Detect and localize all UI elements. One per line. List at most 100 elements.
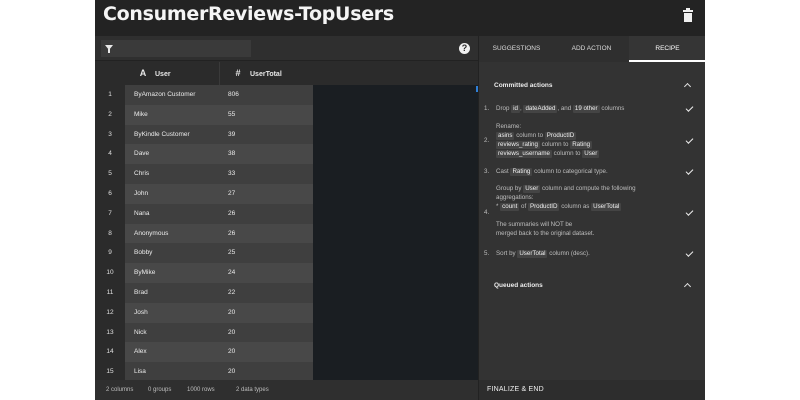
step-line: Group by User column and compute the fol… (496, 184, 674, 193)
cell-user[interactable]: ByMike (125, 263, 219, 283)
cell-usertotal[interactable]: 39 (219, 124, 313, 145)
tab-add-action[interactable]: ADD ACTION (554, 36, 629, 62)
table-row[interactable]: 13 Nick 20 (95, 322, 313, 343)
cell-user[interactable]: Mike (125, 104, 219, 125)
column-tag: 19 other (572, 105, 600, 113)
table-row[interactable]: 7 Nana 26 (95, 203, 313, 224)
row-index: 6 (95, 183, 125, 204)
row-index: 9 (95, 243, 125, 264)
cell-user[interactable]: ByAmazon Customer (125, 85, 219, 105)
row-count: 1000 rows (187, 387, 215, 393)
step-number: 1. (484, 105, 490, 112)
check-icon (685, 249, 694, 257)
step-line: * count of ProductID column as UserTotal (496, 202, 674, 211)
step-number: 4. (484, 209, 490, 216)
chevron-up-icon[interactable] (683, 282, 692, 291)
recipe-step[interactable]: 3. Cast Rating column to categorical typ… (479, 167, 705, 179)
table-row[interactable]: 9 Bobby 25 (95, 243, 313, 264)
table-row[interactable]: 2 Mike 55 (95, 104, 313, 125)
table-row[interactable]: 12 Josh 20 (95, 302, 313, 323)
tab-suggestions[interactable]: SUGGESTIONS (479, 36, 554, 62)
check-icon (685, 167, 694, 175)
cell-user[interactable]: John (125, 183, 219, 204)
trash-icon-can (684, 13, 692, 22)
step-line: Drop id, dateAdded, and 19 other columns (496, 104, 674, 113)
row-index: 8 (95, 223, 125, 244)
cell-usertotal[interactable]: 25 (219, 243, 313, 264)
table-row[interactable]: 5 Chris 33 (95, 164, 313, 184)
step-text: , (519, 105, 522, 112)
filter-icon[interactable] (105, 45, 113, 53)
cell-usertotal[interactable]: 806 (219, 85, 313, 105)
cell-usertotal[interactable]: 20 (219, 322, 313, 343)
step-text: column as (561, 203, 590, 210)
step-description: Group by User column and compute the fol… (496, 184, 674, 238)
cell-user[interactable]: Bobby (125, 243, 219, 264)
step-line: Sort by UserTotal column (desc). (496, 249, 674, 258)
step-text: column to (516, 132, 544, 139)
trash-icon[interactable] (683, 8, 693, 22)
table-row[interactable]: 14 Alex 20 (95, 342, 313, 363)
row-index: 7 (95, 203, 125, 224)
cell-usertotal[interactable]: 20 (219, 342, 313, 363)
recipe-step[interactable]: 1. Drop id, dateAdded, and 19 other colu… (479, 104, 705, 116)
chevron-up-icon[interactable] (683, 82, 692, 91)
step-line: Rename: (496, 123, 522, 130)
cell-usertotal[interactable]: 27 (219, 183, 313, 204)
cell-user[interactable]: Brad (125, 282, 219, 303)
cell-usertotal[interactable]: 55 (219, 104, 313, 125)
table-row[interactable]: 11 Brad 22 (95, 282, 313, 303)
cell-user[interactable]: Chris (125, 164, 219, 184)
cell-usertotal[interactable]: 20 (219, 362, 313, 382)
tab-recipe[interactable]: RECIPE (629, 36, 705, 62)
step-text: Sort by (496, 250, 516, 257)
step-number: 3. (484, 168, 490, 175)
cell-usertotal[interactable]: 26 (219, 223, 313, 244)
finalize-label: FINALIZE & END (487, 386, 544, 393)
cell-user[interactable]: Anonymous (125, 223, 219, 244)
cell-user[interactable]: Dave (125, 144, 219, 165)
table-row[interactable]: 10 ByMike 24 (95, 263, 313, 283)
step-description: Drop id, dateAdded, and 19 other columns (496, 104, 674, 113)
cell-usertotal[interactable]: 24 (219, 263, 313, 283)
table-row[interactable]: 4 Dave 38 (95, 144, 313, 165)
column-tag: User (523, 185, 541, 193)
recipe-step[interactable]: 2. Rename: asins column to ProductID rev… (479, 122, 705, 162)
cell-user[interactable]: Alex (125, 342, 219, 363)
step-text: Drop (496, 105, 510, 112)
step-text: column (desc). (549, 250, 590, 257)
column-tag: reviews_rating (496, 141, 540, 149)
column-header-usertotal[interactable]: # UserTotal (220, 62, 315, 85)
cell-user[interactable]: ByKindle Customer (125, 124, 219, 145)
queued-actions-header[interactable]: Queued actions (479, 276, 705, 296)
finalize-button[interactable]: FINALIZE & END (479, 380, 705, 400)
column-tag: Rating (510, 168, 533, 176)
row-index: 3 (95, 124, 125, 145)
cell-user[interactable]: Josh (125, 302, 219, 323)
recipe-step[interactable]: 5. Sort by UserTotal column (desc). (479, 249, 705, 261)
table-row[interactable]: 1 ByAmazon Customer 806 (95, 85, 313, 105)
cell-usertotal[interactable]: 20 (219, 302, 313, 323)
recipe-step[interactable]: 4. Group by User column and compute the … (479, 184, 705, 242)
cell-usertotal[interactable]: 22 (219, 282, 313, 303)
cell-usertotal[interactable]: 26 (219, 203, 313, 224)
step-line: reviews_rating column to Rating (496, 140, 674, 149)
grid-footer: 2 columns 0 groups 1000 rows 2 data type… (95, 380, 478, 400)
number-type-icon: # (235, 68, 241, 78)
table-row[interactable]: 15 Lisa 20 (95, 362, 313, 382)
cell-usertotal[interactable]: 33 (219, 164, 313, 184)
filter-input[interactable] (101, 40, 251, 57)
table-row[interactable]: 6 John 27 (95, 183, 313, 204)
column-tag: User (582, 150, 600, 158)
table-row[interactable]: 8 Anonymous 26 (95, 223, 313, 244)
cell-user[interactable]: Nana (125, 203, 219, 224)
table-row[interactable]: 3 ByKindle Customer 39 (95, 124, 313, 145)
committed-actions-header[interactable]: Committed actions (479, 76, 705, 96)
app-window: ConsumerReviews-TopUsers ? A User # UserTo… (95, 0, 705, 400)
column-header-user[interactable]: A User (125, 62, 220, 85)
cell-user[interactable]: Nick (125, 322, 219, 343)
help-icon[interactable]: ? (459, 43, 470, 54)
cell-user[interactable]: Lisa (125, 362, 219, 382)
row-index: 15 (95, 362, 125, 382)
cell-usertotal[interactable]: 38 (219, 144, 313, 165)
